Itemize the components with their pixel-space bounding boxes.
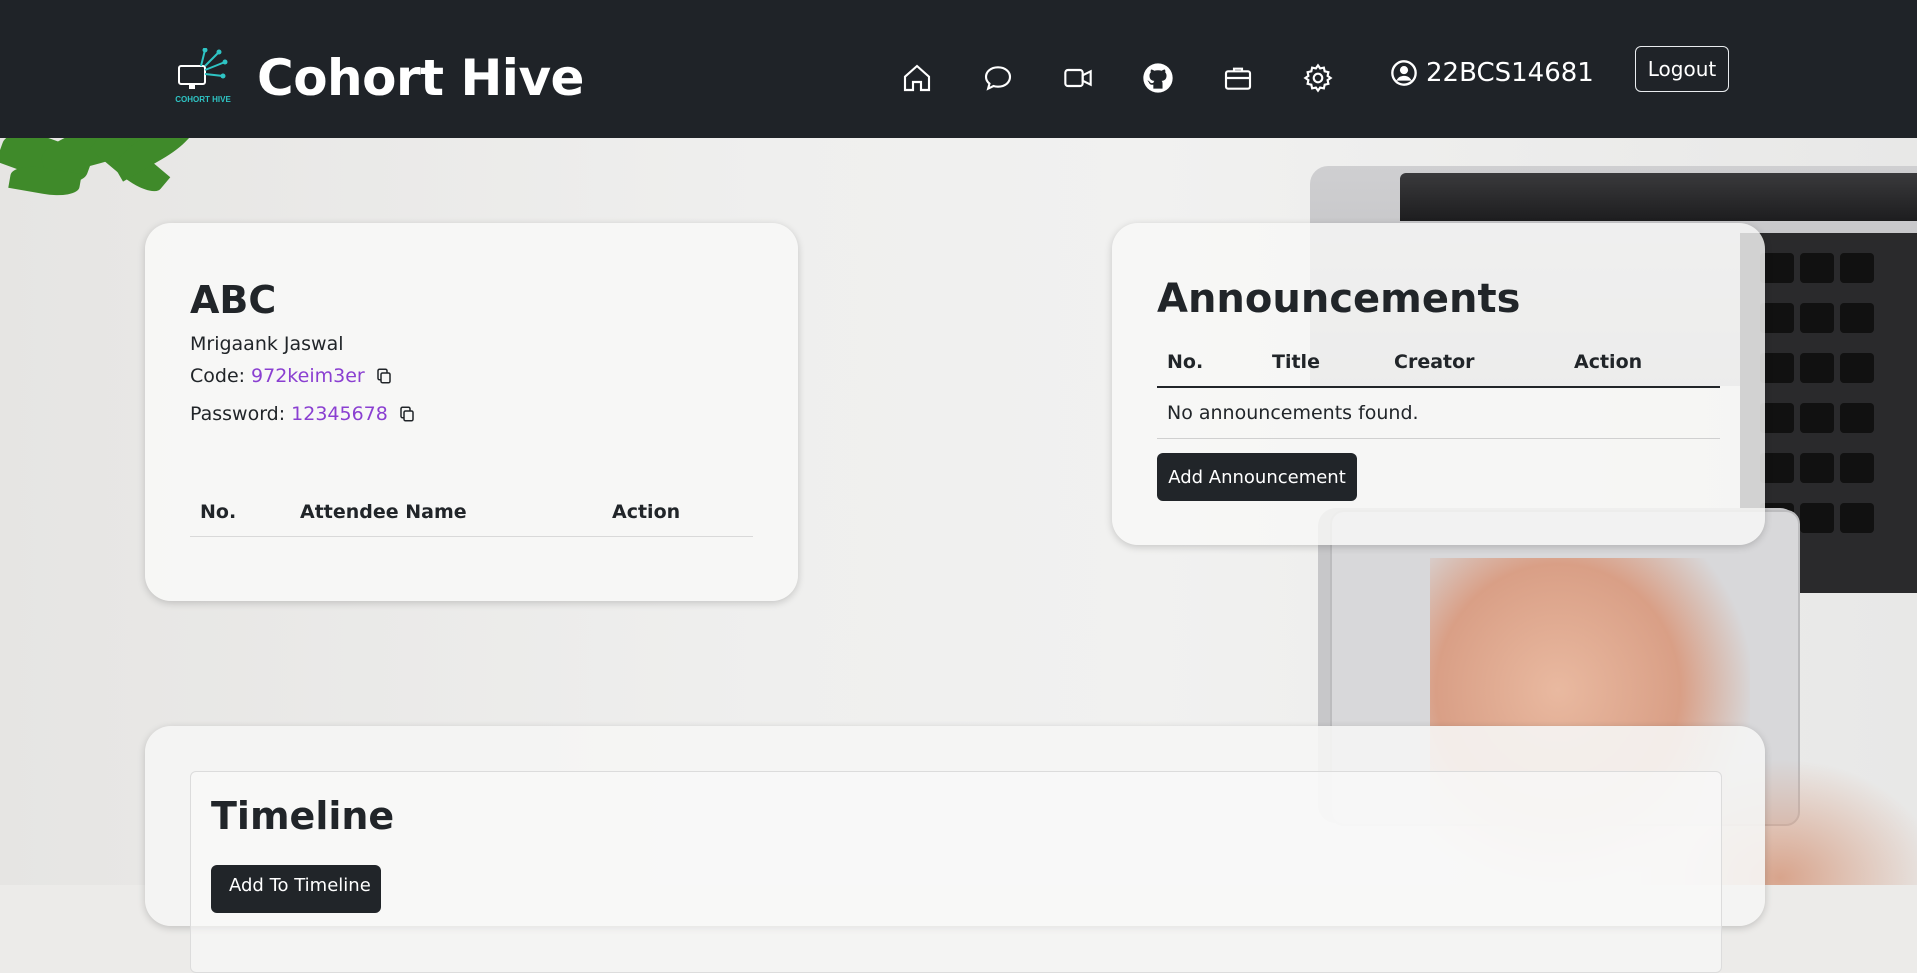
- ann-header-creator: Creator: [1394, 351, 1475, 373]
- brand-logo[interactable]: COHORT HIVE: [175, 47, 231, 106]
- video-icon[interactable]: [1060, 60, 1096, 96]
- class-code-row: Code: 972keim3er: [190, 365, 393, 387]
- class-creator: Mrigaank Jaswal: [190, 333, 344, 355]
- user-id: 22BCS14681: [1426, 58, 1594, 88]
- brand-title[interactable]: Cohort Hive: [257, 48, 584, 108]
- copy-code-icon[interactable]: [375, 367, 393, 385]
- ann-header-action: Action: [1574, 351, 1643, 373]
- attendee-header-name: Attendee Name: [300, 501, 467, 523]
- code-value: 972keim3er: [251, 365, 365, 387]
- announcements-title: Announcements: [1157, 276, 1521, 322]
- chat-icon[interactable]: [980, 60, 1016, 96]
- logo-text: COHORT HIVE: [175, 95, 231, 104]
- timeline-card: Timeline Add To Timeline: [145, 726, 1765, 973]
- announcements-card: Announcements No. Title Creator Action N…: [1112, 223, 1765, 545]
- timeline-panel: Timeline Add To Timeline: [190, 771, 1722, 973]
- add-to-timeline-button[interactable]: Add To Timeline: [211, 865, 381, 913]
- class-password-row: Password: 12345678: [190, 403, 416, 425]
- gear-icon[interactable]: [1300, 60, 1336, 96]
- ann-header-no: No.: [1167, 351, 1204, 373]
- user-profile[interactable]: 22BCS14681: [1390, 58, 1594, 88]
- class-title: ABC: [190, 278, 277, 322]
- copy-password-icon[interactable]: [398, 405, 416, 423]
- no-announcements-text: No announcements found.: [1167, 402, 1419, 424]
- attendee-header-action: Action: [612, 501, 681, 523]
- briefcase-icon[interactable]: [1220, 60, 1256, 96]
- top-navbar: COHORT HIVE Cohort Hive 22BCS14681 Logou…: [0, 0, 1917, 138]
- add-announcement-button[interactable]: Add Announcement: [1157, 453, 1357, 501]
- announcements-table: No. Title Creator Action No announcement…: [1157, 338, 1720, 439]
- timeline-title: Timeline: [211, 794, 395, 838]
- ann-header-title: Title: [1272, 351, 1320, 373]
- home-icon[interactable]: [899, 60, 935, 96]
- attendee-header-no: No.: [200, 501, 237, 523]
- code-label: Code:: [190, 365, 246, 387]
- logout-button[interactable]: Logout: [1635, 46, 1729, 92]
- attendee-table: No. Attendee Name Action: [190, 488, 753, 537]
- user-circle-icon: [1391, 60, 1417, 86]
- laptop-hinge: [1400, 173, 1917, 221]
- github-icon[interactable]: [1140, 60, 1176, 96]
- password-value: 12345678: [291, 403, 388, 425]
- password-label: Password:: [190, 403, 286, 425]
- class-card: ABC Mrigaank Jaswal Code: 972keim3er Pas…: [145, 223, 798, 601]
